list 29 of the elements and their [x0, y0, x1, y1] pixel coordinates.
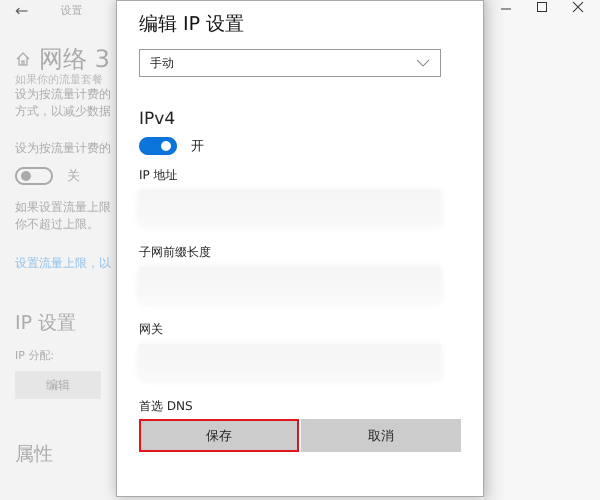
- ip-assignment-label: IP 分配:: [15, 348, 56, 363]
- field-label: 网关: [139, 321, 164, 338]
- maximize-icon[interactable]: [536, 1, 548, 13]
- section-title: IP 设置: [15, 311, 78, 336]
- description-text: 方式，以减少数据: [15, 103, 112, 120]
- description-text: 设为按流量计费的: [15, 86, 112, 103]
- description-text: 你不超过上限。: [15, 216, 100, 233]
- header-title: 设置: [60, 2, 82, 18]
- chevron-icon: [416, 59, 430, 67]
- home-icon: [15, 51, 31, 67]
- page-title: 网络 3: [39, 44, 110, 74]
- back-button[interactable]: ←: [15, 0, 28, 20]
- description-text: 如果设置流量上限: [15, 199, 112, 216]
- field-label: 子网前缀长度: [139, 244, 212, 261]
- close-icon[interactable]: [572, 1, 584, 13]
- save-button[interactable]: 保存: [139, 419, 299, 452]
- section-title: 属性: [15, 442, 54, 467]
- toggle-switch[interactable]: [15, 167, 53, 185]
- field-label: 首选 DNS: [139, 398, 194, 415]
- dialog-title: 编辑 IP 设置: [139, 12, 246, 37]
- cancel-button[interactable]: 取消: [301, 419, 461, 452]
- description-text: 如果你的流量套餐: [15, 74, 104, 86]
- toggle-label: 关: [67, 168, 80, 185]
- toggle-label: 开: [191, 138, 204, 155]
- toggle-switch[interactable]: [139, 137, 177, 155]
- description-text: 设为按流量计费的: [15, 140, 112, 157]
- field-label: IP 地址: [139, 167, 179, 184]
- section-title: IPv4: [139, 109, 176, 129]
- mode-dropdown[interactable]: 手动: [139, 49, 441, 77]
